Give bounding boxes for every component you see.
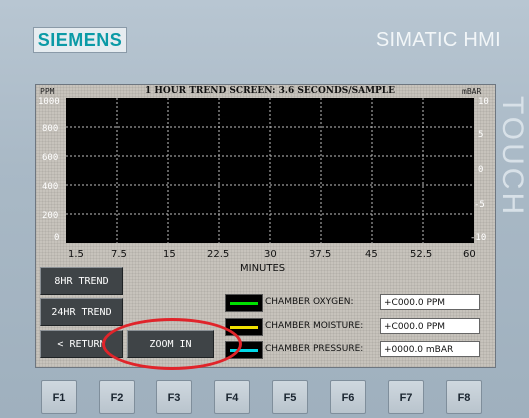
y-right-tick: -5 (474, 200, 485, 210)
touch-label: TOUCH (496, 96, 529, 218)
f3-key[interactable]: F3 (156, 380, 192, 414)
right-unit-label: mBAR (462, 87, 482, 96)
y-left-tick: 0 (54, 233, 60, 243)
oxygen-label: CHAMBER OXYGEN: (265, 297, 354, 307)
highlight-circle (102, 318, 242, 370)
pressure-value: +0000.0 mBAR (380, 341, 480, 357)
y-left-tick: 400 (42, 182, 59, 192)
oxygen-line (230, 302, 258, 305)
trend-title: 1 HOUR TREND SCREEN: 3.6 SECONDS/SAMPLE (145, 86, 395, 96)
model-label: SIMATIC HMI (375, 29, 501, 51)
x-tick: 45 (365, 249, 378, 260)
pressure-label: CHAMBER PRESSURE: (265, 344, 364, 354)
x-tick: 60 (463, 249, 476, 260)
x-tick: 30 (264, 249, 277, 260)
x-axis-label: MINUTES (240, 263, 286, 274)
f6-key[interactable]: F6 (330, 380, 366, 414)
f7-key[interactable]: F7 (388, 380, 424, 414)
y-right-tick: 10 (478, 97, 489, 107)
y-left-tick: 800 (42, 124, 59, 134)
trend-plot (66, 98, 474, 243)
x-tick: 22.5 (207, 249, 230, 260)
f5-key[interactable]: F5 (272, 380, 308, 414)
x-tick: 37.5 (309, 249, 332, 260)
oxygen-swatch (225, 294, 263, 312)
brand-logo: SIEMENS (33, 27, 127, 53)
moisture-label: CHAMBER MOISTURE: (265, 321, 364, 331)
trend-grid (66, 98, 474, 243)
y-left-tick: 600 (42, 153, 59, 163)
y-right-tick: 5 (478, 130, 484, 140)
y-left-tick: 1000 (38, 97, 60, 107)
y-right-tick: 0 (478, 165, 484, 175)
f8-key[interactable]: F8 (446, 380, 482, 414)
moisture-line (230, 326, 258, 329)
x-tick: 1.5 (68, 249, 84, 260)
f2-key[interactable]: F2 (99, 380, 135, 414)
8hr-trend-button[interactable]: 8HR TREND (40, 267, 123, 295)
x-tick: 52.5 (410, 249, 433, 260)
f1-key[interactable]: F1 (41, 380, 77, 414)
y-left-tick: 200 (42, 211, 59, 221)
x-tick: 15 (163, 249, 176, 260)
24hr-trend-button[interactable]: 24HR TREND (40, 298, 123, 326)
x-tick: 7.5 (111, 249, 127, 260)
moisture-value: +C000.0 PPM (380, 318, 480, 334)
oxygen-value: +C000.0 PPM (380, 294, 480, 310)
left-unit-label: PPM (40, 87, 55, 96)
f4-key[interactable]: F4 (214, 380, 250, 414)
y-right-tick: -10 (470, 233, 487, 243)
